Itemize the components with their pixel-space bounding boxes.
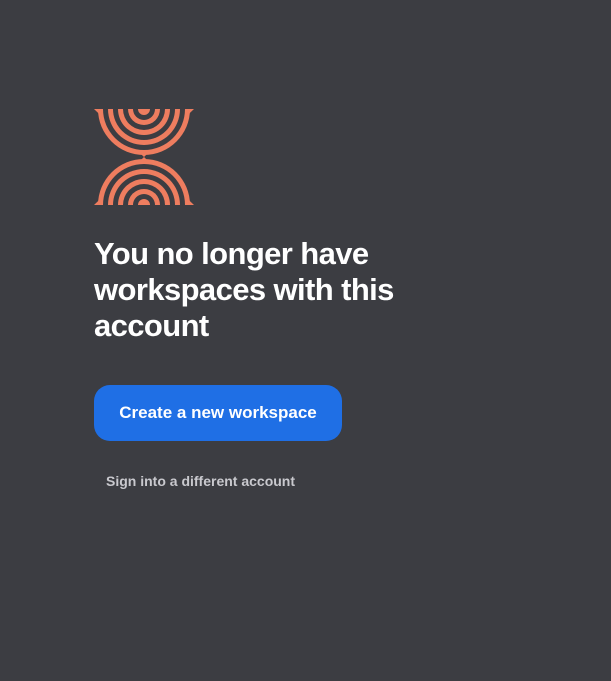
- create-workspace-button[interactable]: Create a new workspace: [94, 385, 342, 441]
- sign-into-different-account-link[interactable]: Sign into a different account: [106, 473, 514, 489]
- empty-state-panel: You no longer have workspaces with this …: [94, 109, 514, 489]
- hourglass-arches-logo: [94, 109, 194, 205]
- page-title: You no longer have workspaces with this …: [94, 236, 394, 343]
